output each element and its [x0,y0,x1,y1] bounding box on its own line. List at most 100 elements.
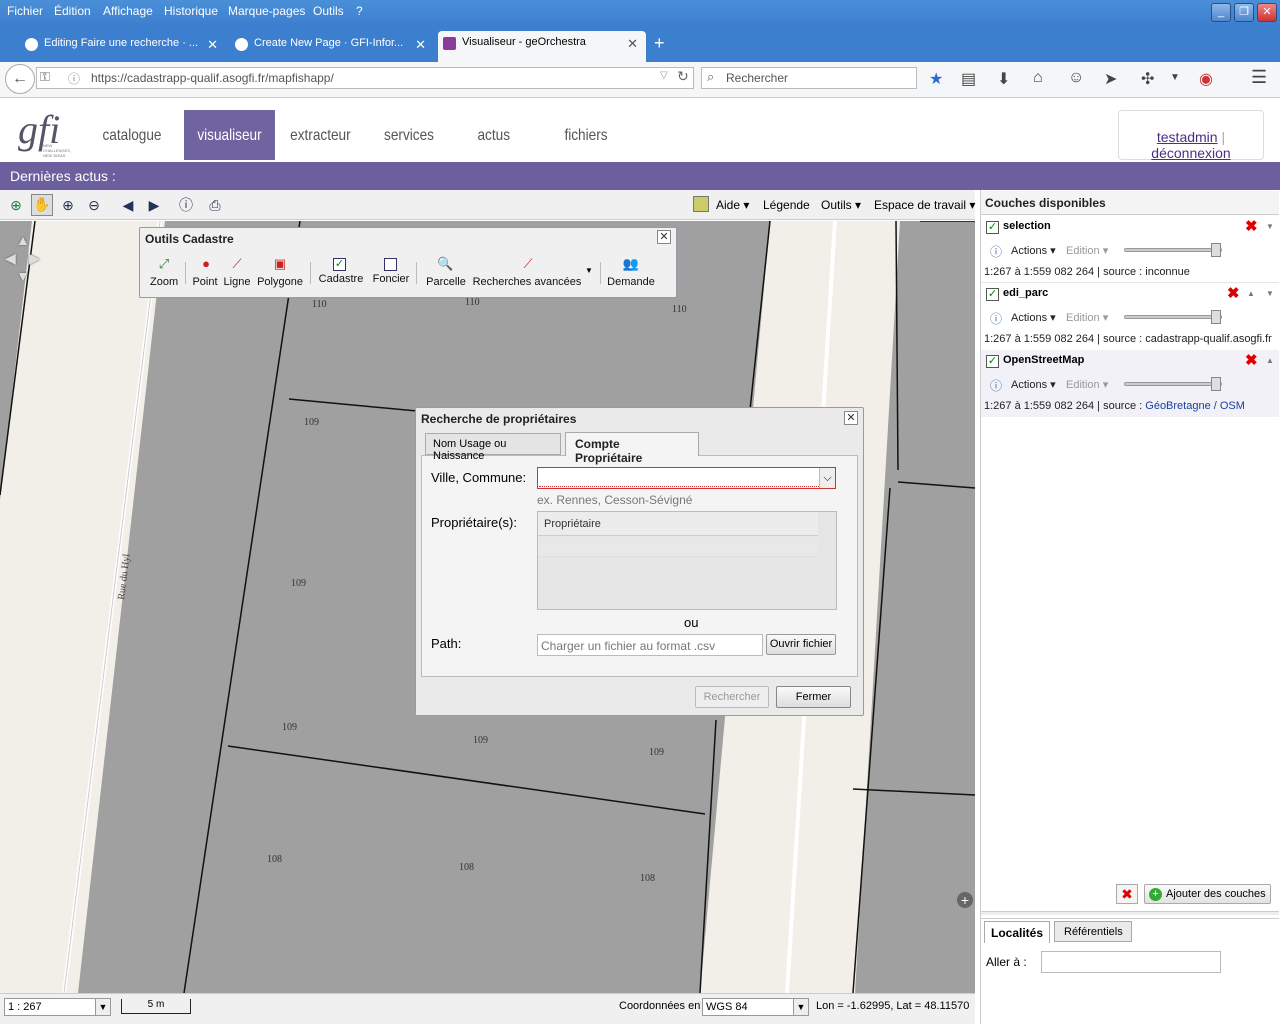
chevron-down-icon[interactable]: ▼ [1170,72,1180,83]
nav-visualiseur[interactable]: visualiseur [184,110,275,160]
cadastre-checkbox-icon[interactable]: ✓ [333,258,346,271]
close-icon[interactable]: ✕ [415,37,426,53]
send-icon[interactable]: ➤ [1104,69,1117,89]
zoom-tool-button[interactable]: Zoom [150,276,178,288]
info-icon[interactable]: ⓘ [990,377,1002,394]
chevron-down-icon[interactable]: ▼ [95,999,110,1015]
line-tool-button[interactable]: Ligne [222,276,252,288]
opacity-slider-knob[interactable] [1211,243,1221,257]
layer-actions-menu[interactable]: Actions ▾ [1011,378,1056,391]
expand-icon[interactable]: + [957,892,973,908]
layer-actions-menu[interactable]: Actions ▾ [1011,244,1056,257]
foncier-checkbox-icon[interactable] [384,258,397,271]
tab-editing[interactable]: Editing Faire une recherche · ... ✕ [20,32,226,60]
menu-help[interactable]: ? [356,4,363,18]
download-icon[interactable]: ⬇ [997,69,1010,89]
opacity-slider[interactable] [1124,315,1222,319]
cadastre-toggle-button[interactable]: Cadastre [317,273,365,285]
pan-left-icon[interactable]: ◀ [5,250,16,267]
parcelle-button[interactable]: Parcelle [424,276,468,288]
layer-edition-menu[interactable]: Edition ▾ [1066,311,1108,324]
pan-right-icon[interactable]: ▶ [29,250,40,267]
scale-select[interactable]: 1 : 267 ▼ [4,998,111,1016]
nav-catalogue[interactable]: catalogue [98,110,166,160]
menu-affichage[interactable]: Affichage [103,4,153,18]
tab-visualiseur[interactable]: Visualiseur - geOrchestra ✕ [438,31,646,62]
user-link[interactable]: testadmin [1157,129,1218,145]
remove-all-button[interactable]: ✖ [1116,884,1138,904]
demande-button[interactable]: Demande [605,276,657,288]
reading-list-icon[interactable]: ▤ [961,69,976,89]
history-forward-icon[interactable]: ▶ [145,196,163,214]
chat-icon[interactable]: ☺ [1068,69,1084,87]
add-layers-button[interactable]: + Ajouter des couches [1144,884,1271,904]
chevron-down-icon[interactable]: ▼ [585,266,593,275]
opacity-slider[interactable] [1124,382,1222,386]
tab-create-page[interactable]: Create New Page · GFI-Infor... ✕ [230,32,434,60]
addon-icon[interactable]: ◉ [1199,69,1213,89]
path-input[interactable]: Charger un fichier au format .csv [537,634,763,656]
menu-icon[interactable]: ☰ [1251,67,1267,88]
layer-actions-menu[interactable]: Actions ▾ [1011,311,1056,324]
menu-outils[interactable]: Outils [313,4,344,18]
layer-visibility-checkbox[interactable]: ✓ [986,221,999,234]
nav-fichiers[interactable]: fichiers [552,110,620,160]
tab-nom-usage[interactable]: Nom Usage ou Naissance [425,433,561,462]
chevron-down-icon[interactable]: ▼ [793,999,808,1015]
layer-edition-menu[interactable]: Edition ▾ [1066,378,1108,391]
rechercher-button[interactable]: Rechercher [695,686,769,708]
key-icon[interactable]: ⚿ [40,69,50,85]
cadastre-close-button[interactable]: ✕ [657,230,671,244]
opacity-slider[interactable] [1124,248,1222,252]
pan-down-icon[interactable]: ▼ [16,268,30,284]
source-link[interactable]: GéoBretagne / OSM [1145,400,1245,412]
layer-visibility-checkbox[interactable]: ✓ [986,288,999,301]
dialog-close-button[interactable]: ✕ [844,411,858,425]
nav-actus[interactable]: actus [464,110,524,160]
menu-marque-pages[interactable]: Marque-pages [228,4,305,18]
tab-referentiels[interactable]: Référentiels [1054,921,1132,942]
layer-edition-menu[interactable]: Edition ▾ [1066,244,1108,257]
close-icon[interactable]: ✕ [207,37,218,53]
panel-splitter[interactable] [981,911,1279,915]
browser-search-input[interactable]: Rechercher [701,67,917,89]
menu-fichier[interactable]: Fichier [7,4,43,18]
move-up-icon[interactable]: ▲ [1266,356,1274,365]
info-icon[interactable]: ⓘ [68,70,80,87]
open-file-button[interactable]: Ouvrir fichier [766,634,836,655]
legende-button[interactable]: Légende [763,198,810,212]
home-icon[interactable]: ⌂ [1033,69,1043,87]
info-icon[interactable]: ⓘ [990,310,1002,327]
point-tool-button[interactable]: Point [190,276,220,288]
extension-icon[interactable]: ✣ [1141,69,1154,89]
move-up-icon[interactable]: ▲ [1247,289,1255,298]
zoom-in-icon[interactable]: ⊕ [59,196,77,214]
opacity-slider-knob[interactable] [1211,377,1221,391]
close-icon[interactable]: ✕ [627,36,638,52]
chevron-down-icon[interactable]: ⌵ [819,468,835,488]
remove-layer-icon[interactable]: ✖ [1245,351,1258,369]
print-icon[interactable]: ⎙ [206,196,224,214]
polygon-tool-button[interactable]: Polygone [256,276,304,288]
zoom-extent-icon[interactable]: ⊕ [7,196,25,214]
close-window-button[interactable]: ✕ [1257,3,1277,22]
remove-layer-icon[interactable]: ✖ [1245,217,1258,235]
tab-localites[interactable]: Localités [984,921,1050,943]
nav-extracteur[interactable]: extracteur [283,110,358,160]
zoom-out-icon[interactable]: ⊖ [85,196,103,214]
advanced-search-button[interactable]: Recherches avancées [470,276,584,288]
pan-up-icon[interactable]: ▲ [16,232,32,248]
goto-input[interactable] [1041,951,1221,973]
grid-header-proprietaire[interactable]: Propriétaire [538,512,818,536]
projection-select[interactable]: WGS 84 ▼ [702,998,809,1016]
outils-menu[interactable]: Outils ▾ [821,198,861,212]
workspace-menu[interactable]: Espace de travail ▾ [874,198,975,212]
info-icon[interactable]: ⓘ [177,196,195,214]
back-button[interactable]: ← [5,64,35,94]
info-icon[interactable]: ⓘ [990,243,1002,260]
pan-hand-icon[interactable]: ✋ [31,194,53,216]
menu-edition[interactable]: Édition [54,4,91,18]
reload-icon[interactable]: ↻ [677,68,689,85]
tab-compte-proprietaire[interactable]: Compte Propriétaire [565,432,699,465]
logout-link[interactable]: déconnexion [1151,145,1230,161]
